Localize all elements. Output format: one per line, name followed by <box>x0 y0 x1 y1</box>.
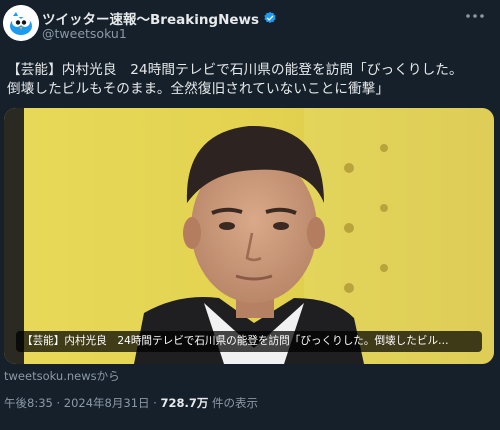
bird-logo-icon <box>3 5 39 41</box>
tweet-text-line: 【芸能】内村光良 24時間テレビで石川県の能登を訪問「びっくりした。 <box>7 62 463 78</box>
avatar[interactable] <box>3 5 39 41</box>
view-count: 728.7万 <box>160 396 209 410</box>
more-options-button[interactable] <box>462 6 488 26</box>
tweet-meta: 午後8:35 · 2024年8月31日 · 728.7万 件の表示 <box>4 395 258 411</box>
article-photo <box>4 108 494 364</box>
verified-badge-icon <box>264 11 276 24</box>
tweet-text: 【芸能】内村光良 24時間テレビで石川県の能登を訪問「びっくりした。 倒壊したビ… <box>7 61 493 99</box>
link-card-image[interactable]: 【芸能】内村光良 24時間テレビで石川県の能登を訪問「びっくりした。倒壊したビル… <box>4 108 494 364</box>
view-count-label: 件の表示 <box>208 396 259 410</box>
card-source-link[interactable]: tweetsoku.newsから <box>4 368 120 384</box>
more-options-icon <box>466 14 484 18</box>
display-name[interactable]: ツイッター速報〜BreakingNews <box>42 8 259 28</box>
tweet: ツイッター速報〜BreakingNews @tweetsoku1 【芸能】内村光… <box>0 0 500 430</box>
handle[interactable]: @tweetsoku1 <box>42 26 127 41</box>
tweet-text-line: 倒壊したビルもそのまま。全然復旧されていないことに衝撃」 <box>7 81 390 97</box>
card-caption: 【芸能】内村光良 24時間テレビで石川県の能登を訪問「びっくりした。倒壊したビル… <box>16 331 482 352</box>
timestamp[interactable]: 午後8:35 · 2024年8月31日 · <box>4 396 160 410</box>
